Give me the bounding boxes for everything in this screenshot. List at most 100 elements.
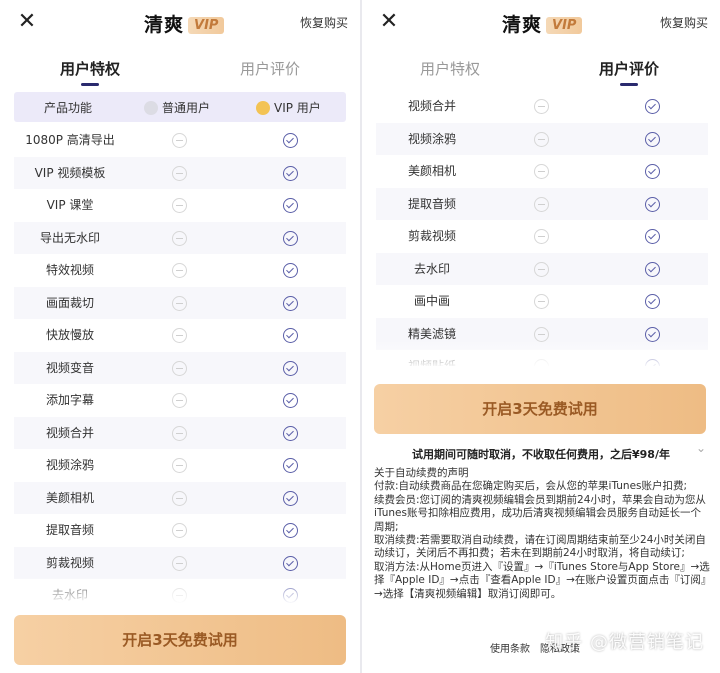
- included-check-icon: [645, 196, 660, 212]
- auto-renew-statement: 关于自动续费的声明 付款:自动续费商品在您确定购买后，会从您的苹果iTunes账户…: [374, 467, 710, 601]
- included-check-icon: [645, 261, 660, 277]
- feature-name: 去水印: [413, 261, 450, 276]
- not-included-icon: [172, 133, 187, 148]
- included-check-icon: [645, 164, 660, 179]
- not-included-icon: [172, 555, 187, 571]
- feature-name: 视频涂鸦: [407, 131, 456, 146]
- not-included-icon: [534, 261, 549, 277]
- included-check-icon: [283, 230, 298, 246]
- feature-name: 快放慢放: [45, 328, 94, 342]
- included-check-icon: [283, 588, 298, 603]
- not-included-icon: [172, 165, 187, 181]
- included-check-icon: [283, 133, 298, 148]
- brand-logo: 清爽 VIP: [144, 10, 225, 37]
- tab-indicator: [81, 83, 99, 86]
- included-check-icon: [283, 328, 298, 343]
- not-included-icon: [534, 164, 549, 179]
- feature-name: 添加字幕: [45, 393, 94, 407]
- table-row: 视频合并: [14, 416, 346, 449]
- not-included-icon: [172, 425, 187, 441]
- table-row: 画面裁切: [14, 286, 346, 319]
- included-check-icon: [645, 294, 660, 309]
- table-row: 视频涂鸦: [14, 449, 346, 482]
- included-check-icon: [283, 295, 298, 311]
- included-check-icon: [283, 165, 298, 181]
- not-included-icon: [172, 458, 187, 473]
- restore-purchase-button[interactable]: 恢复购买: [300, 14, 348, 31]
- feature-name: 画面裁切: [45, 295, 94, 310]
- table-row: 美颜相机: [376, 155, 708, 188]
- table-row: 视频合并: [376, 90, 708, 123]
- included-check-icon: [283, 490, 298, 506]
- not-included-icon: [172, 393, 187, 408]
- included-check-icon: [645, 99, 660, 114]
- not-included-icon: [172, 490, 187, 506]
- table-row: 视频变音: [14, 351, 346, 384]
- header-normal-label: 普通用户: [162, 101, 211, 115]
- table-row: 去水印: [376, 252, 708, 285]
- feature-name: 视频贴纸: [407, 359, 456, 366]
- table-row: VIP 视频模板: [14, 156, 346, 189]
- user-avatar-icon: [144, 101, 158, 115]
- table-row: 提取音频: [376, 187, 708, 220]
- tab-bar: 用户特权 用户评价: [0, 52, 360, 88]
- included-check-icon: [645, 229, 660, 244]
- statement-paragraph: 续费会员:您订阅的清爽视频编辑会员到期前24小时，苹果会自动为您从iTunes账…: [374, 493, 706, 533]
- tab-indicator: [620, 83, 638, 86]
- close-icon[interactable]: ✕: [376, 9, 402, 35]
- brand-name: 清爽: [144, 14, 185, 36]
- feature-name: VIP 视频模板: [34, 165, 106, 180]
- feature-name: 1080P 高清导出: [25, 133, 115, 147]
- feature-name: 剪裁视频: [45, 555, 94, 570]
- crown-icon: [256, 101, 270, 115]
- not-included-icon: [172, 360, 187, 376]
- table-header: 产品功能 普通用户 VIP 用户: [14, 92, 346, 122]
- feature-name: 特效视频: [45, 263, 94, 277]
- table-row: 视频涂鸦: [376, 122, 708, 155]
- feature-name: 视频涂鸦: [45, 458, 94, 472]
- tab-reviews[interactable]: 用户评价: [569, 58, 689, 86]
- table-row: 提取音频: [14, 514, 346, 547]
- table-row: 1080P 高清导出: [14, 124, 346, 157]
- included-check-icon: [283, 198, 298, 213]
- feature-name: 提取音频: [45, 523, 94, 537]
- not-included-icon: [172, 523, 187, 538]
- not-included-icon: [172, 328, 187, 343]
- not-included-icon: [534, 326, 549, 342]
- feature-name: 导出无水印: [39, 230, 100, 245]
- statement-title: 关于自动续费的声明: [374, 467, 469, 479]
- not-included-icon: [172, 588, 187, 603]
- tab-privileges[interactable]: 用户特权: [30, 58, 150, 86]
- table-row: 导出无水印: [14, 221, 346, 254]
- restore-purchase-button[interactable]: 恢复购买: [660, 14, 708, 31]
- feature-name: 视频合并: [407, 99, 456, 113]
- terms-link[interactable]: 使用条款: [490, 644, 530, 655]
- table-row: 精美滤镜: [376, 317, 708, 350]
- table-row: 特效视频: [14, 254, 346, 287]
- close-icon[interactable]: ✕: [14, 9, 40, 35]
- included-check-icon: [283, 425, 298, 441]
- included-check-icon: [283, 458, 298, 473]
- not-included-icon: [172, 198, 187, 213]
- table-row: 美颜相机: [14, 481, 346, 514]
- feature-name: 提取音频: [407, 196, 456, 211]
- start-trial-button[interactable]: 开启3天免费试用: [374, 384, 706, 434]
- start-trial-button[interactable]: 开启3天免费试用: [14, 615, 346, 665]
- feature-name: 剪裁视频: [407, 229, 456, 243]
- right-screen: ✕ 清爽 VIP 恢复购买 用户特权 用户评价 视频合并视频涂鸦美颜相机提取音频剪…: [362, 0, 720, 673]
- header-vip-user: VIP 用户: [256, 99, 321, 116]
- tab-label: 用户特权: [59, 60, 120, 78]
- table-row: 添加字幕: [14, 384, 346, 417]
- not-included-icon: [172, 295, 187, 311]
- included-check-icon: [283, 360, 298, 376]
- left-screen: ✕ 清爽 VIP 恢复购买 用户特权 用户评价 产品功能 普通用户 VIP 用户 …: [0, 0, 360, 673]
- included-check-icon: [283, 555, 298, 571]
- not-included-icon: [534, 294, 549, 309]
- chevron-down-icon[interactable]: ⌄: [696, 441, 706, 455]
- tab-privileges[interactable]: 用户特权: [390, 58, 510, 79]
- tab-label: 用户特权: [419, 60, 480, 78]
- tab-reviews[interactable]: 用户评价: [210, 58, 330, 79]
- header: ✕ 清爽 VIP 恢复购买: [362, 0, 720, 46]
- feature-name: 美颜相机: [45, 490, 94, 505]
- feature-name: 精美滤镜: [407, 326, 456, 341]
